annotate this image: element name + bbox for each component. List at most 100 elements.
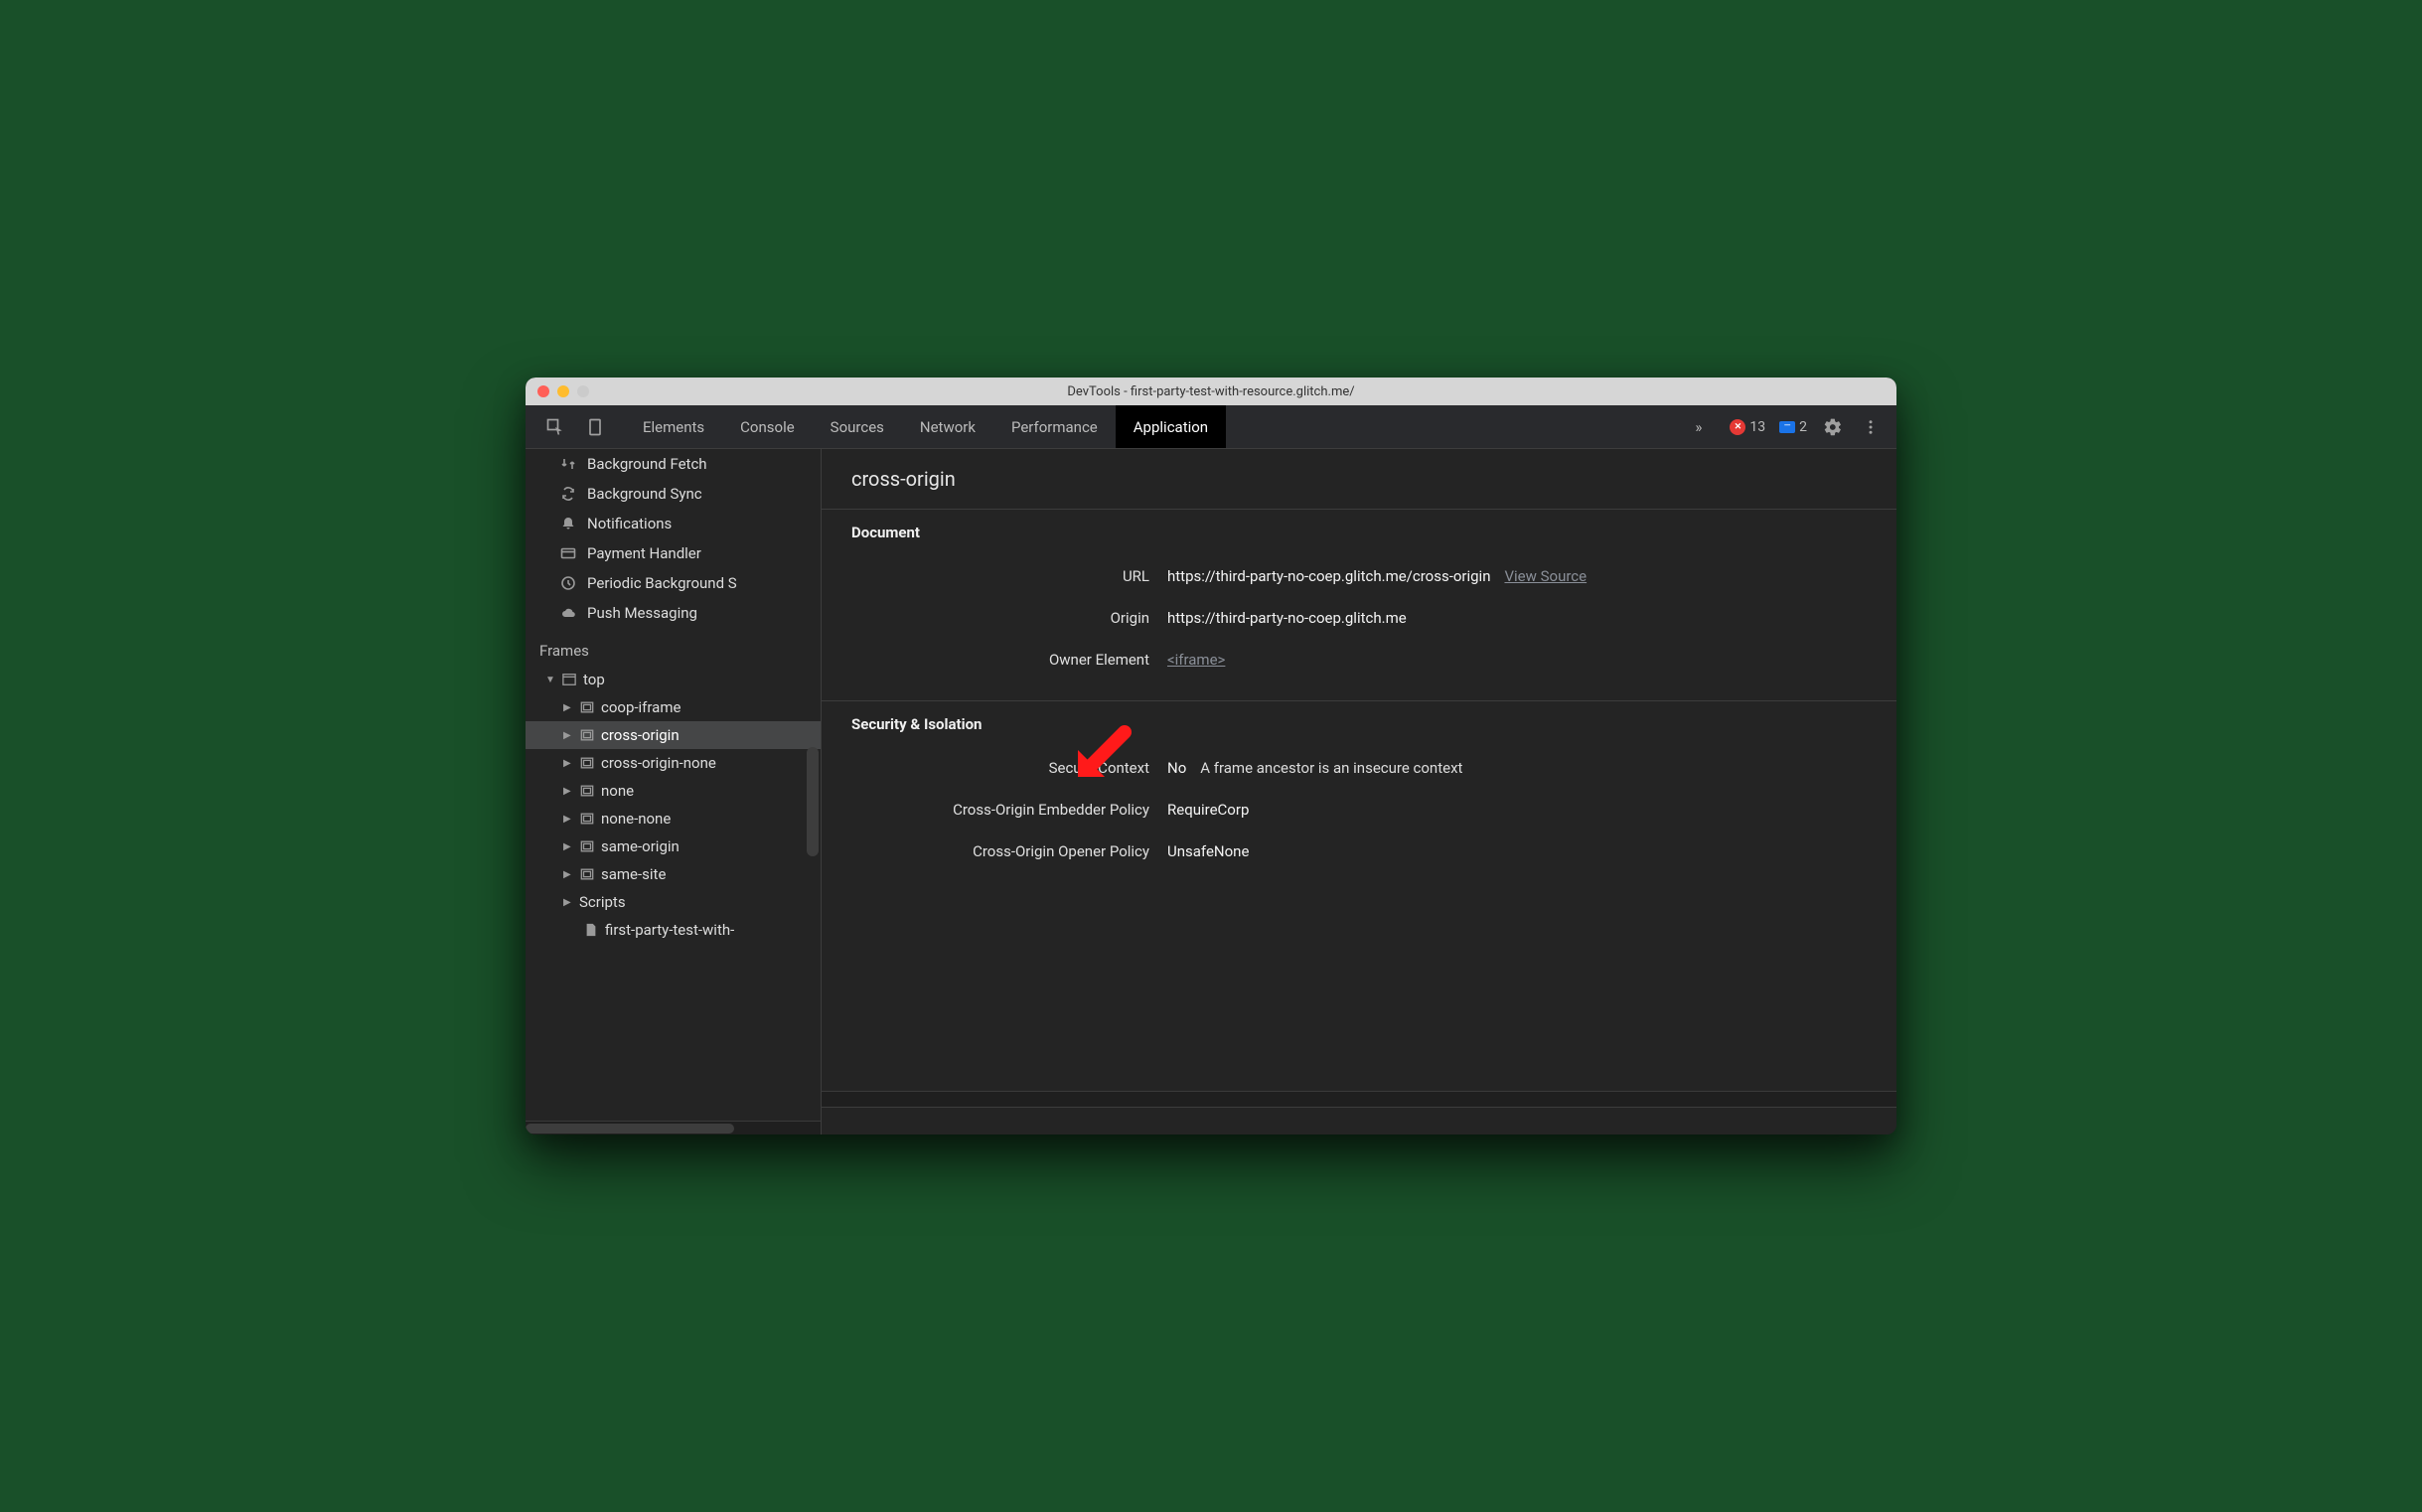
devtools-window: DevTools - first-party-test-with-resourc… xyxy=(526,378,1896,1134)
settings-icon[interactable] xyxy=(1821,415,1845,439)
sidebar-item-label: Push Messaging xyxy=(587,604,697,622)
coop-value: UnsafeNone xyxy=(1167,842,1249,860)
frame-tree-item-same-site[interactable]: ▶ same-site xyxy=(526,860,821,888)
url-value: https://third-party-no-coep.glitch.me/cr… xyxy=(1167,567,1490,585)
secure-context-note: A frame ancestor is an insecure context xyxy=(1200,759,1462,777)
frame-tree-item-cross-origin-none[interactable]: ▶ cross-origin-none xyxy=(526,749,821,777)
error-count[interactable]: 13 xyxy=(1730,419,1765,435)
sync-icon xyxy=(559,485,577,503)
caret-right-icon: ▶ xyxy=(563,786,573,797)
error-count-value: 13 xyxy=(1749,419,1765,435)
frame-tree-item-none[interactable]: ▶ none xyxy=(526,777,821,805)
security-isolation-section: Security & Isolation Secure Context No A… xyxy=(822,701,1896,892)
tab-application[interactable]: Application xyxy=(1116,405,1226,448)
caret-right-icon: ▶ xyxy=(563,897,573,908)
security-section-title: Security & Isolation xyxy=(851,715,1867,733)
script-file-label: first-party-test-with- xyxy=(605,921,734,939)
panel-tabs: ElementsConsoleSourcesNetworkPerformance… xyxy=(625,405,1681,448)
frame-tree-item-label: cross-origin xyxy=(601,726,680,744)
frame-tree-item-label: coop-iframe xyxy=(601,698,681,716)
view-source-link[interactable]: View Source xyxy=(1504,567,1587,585)
tab-elements[interactable]: Elements xyxy=(625,405,722,448)
caret-right-icon: ▶ xyxy=(563,814,573,825)
script-file-item[interactable]: first-party-test-with- xyxy=(526,916,821,944)
message-count[interactable]: 2 xyxy=(1779,419,1807,435)
application-sidebar: Background Fetch Background Sync Notificat… xyxy=(526,449,822,1134)
scripts-label: Scripts xyxy=(579,893,626,911)
scripts-tree-item[interactable]: ▶ Scripts xyxy=(526,888,821,916)
overflow-tabs-button[interactable]: » xyxy=(1681,405,1716,448)
owner-element-label: Owner Element xyxy=(851,651,1149,669)
iframe-icon xyxy=(579,699,595,715)
sidebar-item-payment-handler[interactable]: Payment Handler xyxy=(526,538,821,568)
sidebar-item-background-fetch[interactable]: Background Fetch xyxy=(526,449,821,479)
sidebar-item-label: Periodic Background S xyxy=(587,574,737,592)
document-section: Document URL https://third-party-no-coep… xyxy=(822,510,1896,701)
caret-right-icon: ▶ xyxy=(563,841,573,852)
tab-console[interactable]: Console xyxy=(722,405,813,448)
tab-network[interactable]: Network xyxy=(902,405,993,448)
caret-right-icon: ▶ xyxy=(563,730,573,741)
zoom-window-button[interactable] xyxy=(577,385,589,397)
card-icon xyxy=(559,544,577,562)
sidebar-item-label: Background Sync xyxy=(587,485,702,503)
frames-section-label: Frames xyxy=(526,628,821,666)
caret-right-icon: ▶ xyxy=(563,702,573,713)
frame-tree-item-coop-iframe[interactable]: ▶ coop-iframe xyxy=(526,693,821,721)
sidebar-scrollbar-vertical[interactable] xyxy=(807,747,819,856)
frame-tree-item-none-none[interactable]: ▶ none-none xyxy=(526,805,821,832)
sidebar-item-background-sync[interactable]: Background Sync xyxy=(526,479,821,509)
iframe-icon xyxy=(579,866,595,882)
origin-value: https://third-party-no-coep.glitch.me xyxy=(1167,609,1407,627)
devtools-toolbar: ElementsConsoleSourcesNetworkPerformance… xyxy=(526,405,1896,449)
coep-label: Cross-Origin Embedder Policy xyxy=(851,801,1149,819)
coep-value: RequireCorp xyxy=(1167,801,1249,819)
inspect-icon[interactable] xyxy=(543,415,567,439)
cloud-icon xyxy=(559,604,577,622)
close-window-button[interactable] xyxy=(537,385,549,397)
iframe-icon xyxy=(579,783,595,799)
fetch-icon xyxy=(559,455,577,473)
frame-tree-top-label: top xyxy=(583,671,605,688)
caret-right-icon: ▶ xyxy=(563,758,573,769)
traffic-lights xyxy=(526,385,589,397)
frame-detail-panel: cross-origin Document URL https://third-… xyxy=(822,449,1896,1134)
window-titlebar: DevTools - first-party-test-with-resourc… xyxy=(526,378,1896,405)
frame-tree-item-cross-origin[interactable]: ▶ cross-origin xyxy=(526,721,821,749)
window-icon xyxy=(561,672,577,687)
error-icon xyxy=(1730,419,1745,435)
sidebar-item-label: Notifications xyxy=(587,515,672,532)
iframe-icon xyxy=(579,838,595,854)
main-scrollbar-horizontal[interactable] xyxy=(822,1091,1896,1107)
sidebar-item-label: Payment Handler xyxy=(587,544,701,562)
document-section-title: Document xyxy=(851,524,1867,541)
frame-tree-top[interactable]: ▼ top xyxy=(526,666,821,693)
tab-sources[interactable]: Sources xyxy=(813,405,902,448)
frame-tree-item-label: same-site xyxy=(601,865,666,883)
sidebar-item-push-messaging[interactable]: Push Messaging xyxy=(526,598,821,628)
owner-element-link[interactable]: <iframe> xyxy=(1167,651,1225,669)
message-icon xyxy=(1779,421,1795,433)
frame-tree-item-label: none-none xyxy=(601,810,671,828)
more-icon[interactable] xyxy=(1859,415,1883,439)
device-toggle-icon[interactable] xyxy=(583,415,607,439)
clock-icon xyxy=(559,574,577,592)
sidebar-scrollbar-horizontal[interactable] xyxy=(526,1121,821,1134)
bottom-strip xyxy=(822,1107,1896,1134)
caret-right-icon: ▶ xyxy=(563,869,573,880)
sidebar-item-periodic-background-s[interactable]: Periodic Background S xyxy=(526,568,821,598)
iframe-icon xyxy=(579,755,595,771)
frame-tree-item-label: none xyxy=(601,782,634,800)
sidebar-item-label: Background Fetch xyxy=(587,455,707,473)
frame-tree-item-label: cross-origin-none xyxy=(601,754,716,772)
frame-tree-item-same-origin[interactable]: ▶same-origin xyxy=(526,832,821,860)
sidebar-item-notifications[interactable]: Notifications xyxy=(526,509,821,538)
tab-performance[interactable]: Performance xyxy=(993,405,1116,448)
file-icon xyxy=(583,922,599,938)
iframe-icon xyxy=(579,811,595,827)
minimize-window-button[interactable] xyxy=(557,385,569,397)
secure-context-label: Secure Context xyxy=(851,759,1149,777)
secure-context-value: No xyxy=(1167,759,1186,777)
message-count-value: 2 xyxy=(1799,419,1807,435)
iframe-icon xyxy=(579,727,595,743)
